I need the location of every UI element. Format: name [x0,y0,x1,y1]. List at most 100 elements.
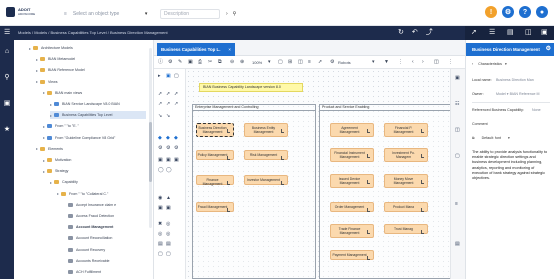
search-input[interactable]: Description [160,9,220,19]
palette-tool-icon[interactable]: ⚙ [158,145,162,151]
list-icon[interactable]: ☰ [489,28,495,38]
palette-tool-icon[interactable]: ↘ [158,113,162,119]
owner-field[interactable]: Model ▾ BIAN Reference M [496,92,540,96]
info-icon[interactable]: ⓘ [158,59,163,66]
capability-box[interactable]: Investor Management [244,175,288,185]
chart-icon[interactable]: ➚ [471,28,477,38]
tree-item[interactable]: ▸ BIAN main views [43,89,146,97]
capability-box[interactable]: Business Direction Management [196,123,234,137]
save-icon[interactable]: ▣ [188,59,193,66]
palette-tool-icon[interactable]: ▤ [158,241,163,247]
palette-tool-icon[interactable]: ↗ [158,101,162,107]
robots-icon[interactable]: ⚙ [330,59,334,66]
zoom-out-icon[interactable]: ⊖ [230,59,234,66]
menu-icon[interactable]: ⋮ [448,59,453,66]
palette-tool-icon[interactable]: ▣ [166,157,171,163]
capability-box[interactable]: Risk Management [244,150,288,160]
capability-box[interactable]: Fraud Management [196,202,234,212]
format-icon[interactable]: ≡ [455,201,458,207]
close-icon[interactable]: × [228,43,231,56]
user-avatar-icon[interactable]: ● [536,6,548,18]
export-icon[interactable]: ▣ [3,100,11,108]
palette-tool-icon[interactable]: ◆ [174,135,178,141]
palette-tool-icon[interactable]: ◆ [166,135,170,141]
tree-scrollbar[interactable] [149,48,152,228]
palette-tool-icon[interactable]: ◆ [158,135,162,141]
palette-tool-icon[interactable]: ▣ [166,205,171,211]
tree-item[interactable]: ▸ BIAN Service Landscape V8.0 BIAN [50,100,146,108]
tree-scrollbar-thumb[interactable] [149,122,152,182]
capability-box[interactable]: Finance Management [196,175,234,186]
help-icon[interactable]: ? [519,6,531,18]
tree-item[interactable]: ▸ Views [36,78,146,86]
robots-label[interactable]: Robots [338,59,351,66]
model-canvas[interactable]: BIAN Business Capability Landscape versi… [186,69,450,279]
capability-box[interactable]: Business Entity Management [244,123,288,137]
tree-item[interactable]: ▸ Strategy [43,167,146,175]
copy-icon[interactable]: ⧉ [472,136,475,140]
palette-tool-icon[interactable]: ▲ [166,195,171,201]
palette-tool-icon[interactable]: ⚙ [174,145,178,151]
align-icon[interactable]: ≡ [308,59,311,66]
prop-icon[interactable]: ◫ [455,127,460,133]
document-icon[interactable]: ▤ [507,28,514,38]
palette-tool-icon[interactable]: ↗ [166,101,170,107]
palette-tool-icon[interactable]: ▢ [174,73,179,79]
tree-item[interactable]: Account Management [64,223,146,231]
palette-tool-icon[interactable]: ⚙ [166,145,170,151]
zoom-level[interactable]: 100% [252,59,262,66]
search-icon[interactable]: ⚲ [233,11,237,17]
alert-icon[interactable]: ! [485,6,497,18]
prop-icon[interactable]: ▣ [455,75,460,81]
capability-box[interactable]: Financial P. Management [384,123,428,137]
expand-icon[interactable]: ▣ [541,28,548,38]
capability-box[interactable]: Issued Device Management [330,174,374,188]
tree-item[interactable]: Account Recovery [64,246,146,254]
palette-tool-icon[interactable]: ➚ [158,91,162,97]
palette-tool-icon[interactable]: ▢ [158,251,163,257]
palette-tool-icon[interactable]: ▣ [158,157,163,163]
palette-tool-icon[interactable]: ↗ [174,101,178,107]
tree-item[interactable]: ▸ From "Guideline Compliance V8 Grid" [43,134,146,142]
more-icon[interactable]: ⋮ [398,59,403,66]
print-icon[interactable]: ⎙ [198,59,202,66]
tree-item[interactable]: ▸ Capability [50,178,146,186]
palette-tool-icon[interactable]: ◉ [158,195,162,201]
palette-tool-icon[interactable]: ➚ [174,91,178,97]
share-icon[interactable]: ◫ [525,28,532,38]
tree-item[interactable]: ▸ Business Capabilities Top Level [50,111,146,120]
tree-item[interactable]: ▸ BIAN Metamodel [36,55,146,63]
capability-box[interactable]: Trust Manag [384,224,428,234]
palette-tool-icon[interactable]: ◯ [158,167,164,173]
capability-box[interactable]: Policy Management [196,150,234,160]
tree-item[interactable]: ▸ Architecture Models [29,44,146,52]
gear-icon[interactable]: ⚙ [546,43,551,56]
object-type-select[interactable]: ≡ Select an object type ▾ [64,9,147,19]
model-title-note[interactable]: BIAN Business Capability Landscape versi… [199,83,303,92]
tree-item[interactable]: ▸ From " "to "E. " [43,122,146,130]
capability-box[interactable]: Order Management [330,202,374,212]
capability-box[interactable]: Investment Po. Managem [384,148,428,162]
local-name-field[interactable]: Business Direction Man [496,78,534,82]
zoom-dropdown-icon[interactable]: ▾ [268,59,271,66]
capability-box[interactable]: Money Move Management [384,174,428,188]
map-icon[interactable]: ⚲ [3,74,11,82]
format-icon[interactable]: ▤ [455,241,460,247]
palette-tool-icon[interactable]: ✖ [158,221,162,227]
tree-item[interactable]: ACH Fulfillment [64,268,146,276]
comment-language-selector[interactable]: ⧉ Default: font ▾ [472,136,510,140]
comment-text[interactable]: The ability to provide analysis function… [472,150,550,181]
breadcrumb[interactable]: Models / Models / Business Capabilities … [18,30,168,35]
fit-icon[interactable]: ▢ [278,59,283,66]
tree-item[interactable]: ▸ From " "to "Collateral C." [57,190,146,198]
chevron-left-icon[interactable]: ‹ [472,62,473,66]
refresh-icon[interactable]: ↻ [398,28,404,38]
settings-icon[interactable]: ⚙ [502,6,514,18]
capability-box[interactable]: Trade Finance Management [330,224,374,238]
prev-icon[interactable]: ‹ [412,59,414,66]
tree-item[interactable]: Accept Insurance claim e [64,201,146,209]
grid-icon[interactable]: ⊞ [288,59,292,66]
cut-icon[interactable]: ✂ [208,59,212,66]
palette-tool-icon[interactable]: ▣ [158,205,163,211]
select-tool-icon[interactable]: ▸ [158,73,161,79]
